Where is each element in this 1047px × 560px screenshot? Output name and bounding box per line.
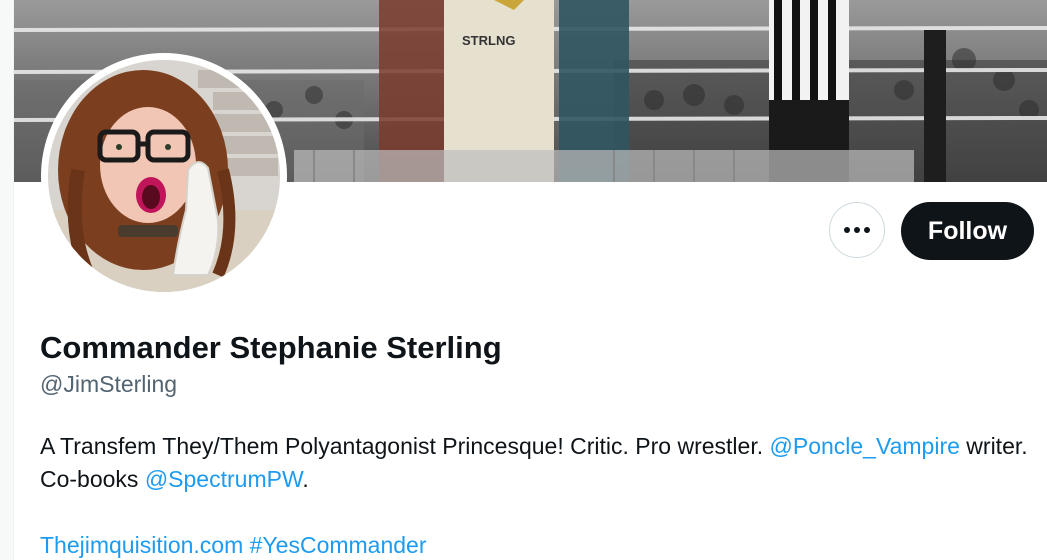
profile-page: STRLNG Follow Commander Stephanie Sterli… bbox=[0, 0, 1047, 560]
bio-text: . bbox=[302, 466, 309, 492]
svg-text:STRLNG: STRLNG bbox=[462, 33, 515, 48]
hashtag-link[interactable]: #YesCommander bbox=[250, 532, 427, 558]
follow-button[interactable]: Follow bbox=[901, 202, 1034, 260]
profile-display-name: Commander Stephanie Sterling bbox=[40, 330, 502, 365]
profile-handle: @JimSterling bbox=[40, 371, 178, 397]
bio-text: A Transfem They/Them Polyantagonist Prin… bbox=[40, 433, 770, 459]
bio-links-row: Thejimquisition.com #YesCommander bbox=[40, 529, 427, 560]
website-link[interactable]: Thejimquisition.com bbox=[40, 532, 243, 558]
more-options-button[interactable] bbox=[829, 202, 885, 258]
mention-link-poncle-vampire[interactable]: @Poncle_Vampire bbox=[770, 433, 960, 459]
left-column-divider bbox=[0, 0, 14, 560]
avatar[interactable] bbox=[48, 60, 280, 292]
profile-bio: A Transfem They/Them Polyantagonist Prin… bbox=[40, 430, 1030, 496]
avatar-image bbox=[48, 60, 280, 292]
more-horizontal-icon bbox=[844, 227, 870, 233]
mention-link-spectrumpw[interactable]: @SpectrumPW bbox=[145, 466, 303, 492]
